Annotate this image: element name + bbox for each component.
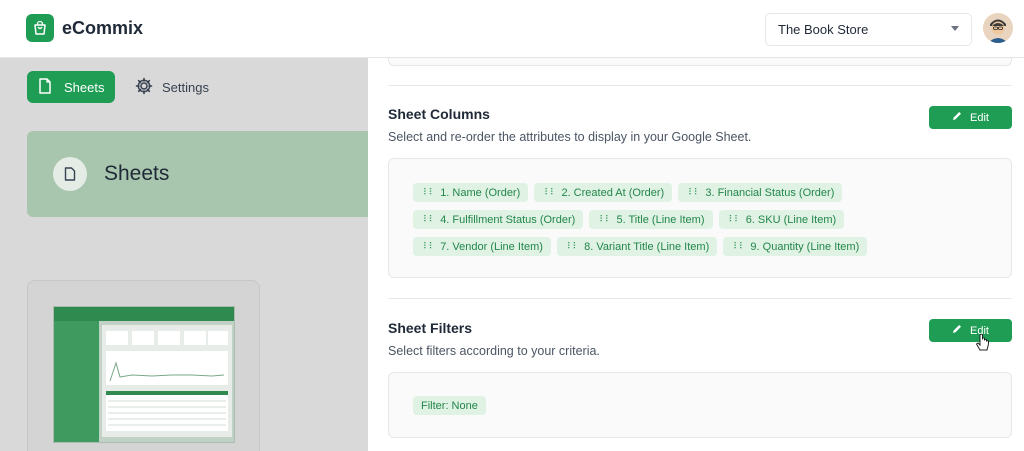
pencil-icon [952,111,962,124]
column-chip[interactable]: ⠇⠇ 4. Fulfillment Status (Order) [413,210,584,229]
drag-handle-icon[interactable]: ⠇⠇ [423,187,435,198]
sheet-preview-image [53,306,235,443]
drag-handle-icon[interactable]: ⠇⠇ [729,214,741,225]
shopping-bag-icon [26,14,54,42]
column-chip[interactable]: ⠇⠇ 1. Name (Order) [413,183,529,202]
column-chip-label: 8. Variant Title (Line Item) [584,240,710,253]
columns-box: ⠇⠇ 1. Name (Order) ⠇⠇ 2. Created At (Order)… [388,158,1012,278]
column-chip-label: 1. Name (Order) [440,186,521,199]
store-select-value: The Book Store [778,22,869,37]
edit-columns-button[interactable]: Edit [929,106,1012,129]
filters-box: Filter: None [388,372,1012,438]
edit-columns-label: Edit [970,111,989,124]
column-chip-label: 2. Created At (Order) [561,186,665,199]
filters-section-title: Sheet Filters [388,320,473,336]
filter-chip[interactable]: Filter: None [413,396,486,415]
nav-sheets-label: Sheets [64,79,105,95]
columns-section-title: Sheet Columns [388,106,490,122]
main-content: Sheet Columns Select and re-order the at… [368,58,1024,451]
column-chip[interactable]: ⠇⠇ 5. Title (Line Item) [589,210,713,229]
mouse-pointer-icon [975,332,990,357]
page-title: Sheets [104,162,170,185]
top-bar: eCommix The Book Store [0,0,1024,58]
sidebar-panel: Sheets Settings Sheets [0,58,368,451]
chevron-down-icon [951,26,959,31]
app-logo[interactable]: eCommix [26,14,143,42]
drag-handle-icon[interactable]: ⠇⠇ [423,214,435,225]
app-name: eCommix [62,17,144,38]
document-icon [53,157,87,191]
previous-section-card [388,58,1012,66]
drag-handle-icon[interactable]: ⠇⠇ [688,187,700,198]
store-select[interactable]: The Book Store [765,13,972,46]
column-chip[interactable]: ⠇⠇ 3. Financial Status (Order) [678,183,843,202]
column-chip[interactable]: ⠇⠇ 8. Variant Title (Line Item) [556,237,718,256]
column-chip-label: 9. Quantity (Line Item) [750,240,860,253]
column-chip-label: 6. SKU (Line Item) [745,213,837,226]
divider [388,298,1012,299]
column-chip[interactable]: ⠇⠇ 6. SKU (Line Item) [718,210,845,229]
edit-filters-button[interactable]: Edit [929,319,1012,342]
filters-section-description: Select filters according to your criteri… [388,344,600,358]
column-chip[interactable]: ⠇⠇ 2. Created At (Order) [534,183,673,202]
column-chip[interactable]: ⠇⠇ 7. Vendor (Line Item) [413,237,551,256]
sheet-preview-card[interactable] [27,280,260,451]
nav-sheets-button[interactable]: Sheets [27,71,115,103]
gear-icon [135,77,153,98]
column-chip-label: 4. Fulfillment Status (Order) [440,213,576,226]
divider [388,85,1012,86]
nav-settings-button[interactable]: Settings [135,77,209,98]
avatar[interactable] [983,13,1013,43]
drag-handle-icon[interactable]: ⠇⠇ [733,241,745,252]
drag-handle-icon[interactable]: ⠇⠇ [423,241,435,252]
column-chip-label: 3. Financial Status (Order) [705,186,835,199]
page-header: Sheets [27,131,368,217]
column-chip[interactable]: ⠇⠇ 9. Quantity (Line Item) [723,237,868,256]
column-chip-label: 7. Vendor (Line Item) [440,240,543,253]
column-chip-label: 5. Title (Line Item) [616,213,705,226]
drag-handle-icon[interactable]: ⠇⠇ [544,187,556,198]
pencil-icon [952,324,962,337]
columns-section-description: Select and re-order the attributes to di… [388,130,752,144]
drag-handle-icon[interactable]: ⠇⠇ [567,241,579,252]
drag-handle-icon[interactable]: ⠇⠇ [599,214,611,225]
document-icon [38,77,52,97]
nav-settings-label: Settings [162,80,209,95]
column-chip-list: ⠇⠇ 1. Name (Order) ⠇⠇ 2. Created At (Order)… [413,183,993,264]
